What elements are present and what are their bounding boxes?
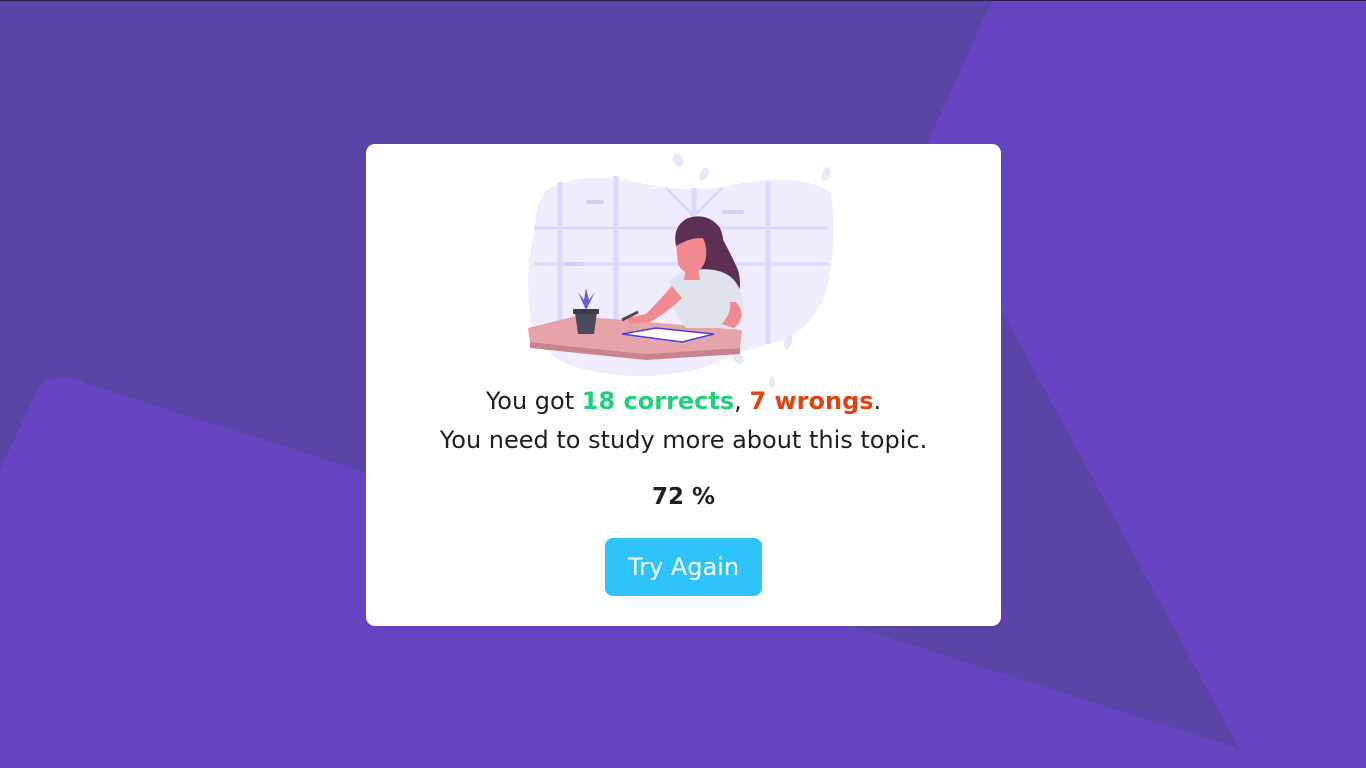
feedback-message: You need to study more about this topic. xyxy=(439,426,928,454)
summary-suffix: . xyxy=(873,387,882,415)
score-summary: You got 18 corrects, 7 wrongs. xyxy=(366,384,1001,418)
wrong-count: 7 wrongs xyxy=(749,387,874,415)
try-again-button[interactable]: Try Again xyxy=(605,538,762,596)
result-card: You got 18 corrects, 7 wrongs. You need … xyxy=(366,144,1001,626)
woman-studying-illustration xyxy=(528,153,834,388)
summary-separator: , xyxy=(734,387,750,415)
score-percentage: 72 % xyxy=(651,484,716,510)
summary-prefix: You got xyxy=(485,387,582,415)
correct-count: 18 corrects xyxy=(581,387,735,415)
